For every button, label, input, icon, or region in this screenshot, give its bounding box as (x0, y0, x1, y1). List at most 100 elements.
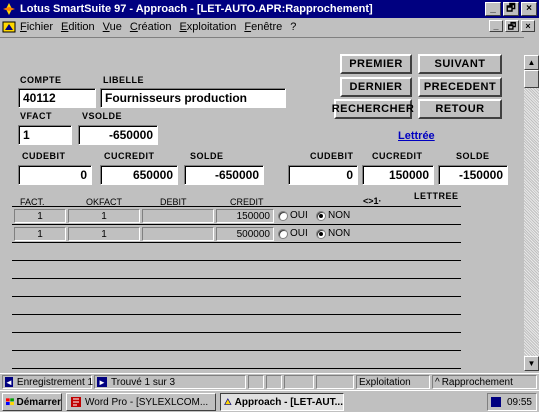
radio-non-indicator (316, 228, 326, 239)
menu-fenetre[interactable]: Fenêtre (244, 21, 282, 33)
status-found[interactable]: ► Trouvé 1 sur 3 (94, 375, 246, 389)
scroll-up-icon[interactable]: ▲ (524, 55, 539, 70)
task-word-pro[interactable]: Word Pro - [SYLEXLCOM... (66, 393, 216, 411)
rechercher-button[interactable]: RECHERCHER (332, 99, 414, 119)
windows-logo-icon (6, 398, 14, 406)
menu-edition[interactable]: Edition (61, 21, 95, 33)
minimize-button[interactable]: _ (485, 2, 501, 16)
status-record[interactable]: ◄ Enregistrement 1 (2, 375, 94, 389)
menu-help[interactable]: ? (290, 21, 296, 33)
dernier-button[interactable]: DERNIER (340, 77, 412, 97)
word-pro-icon (71, 397, 81, 407)
table-row (12, 368, 461, 371)
vsolde-field[interactable]: -650000 (78, 125, 158, 145)
table-row[interactable]: 1 1 500000 OUI NON (12, 224, 461, 242)
radio-non[interactable]: NON (316, 228, 350, 239)
radio-non[interactable]: NON (316, 210, 350, 221)
scroll-down-icon[interactable]: ▼ (524, 356, 539, 371)
menu-bar: Fichier Edition Vue Création Exploitatio… (0, 18, 539, 36)
right-solde-field[interactable]: -150000 (438, 165, 508, 185)
radio-oui[interactable]: OUI (278, 228, 308, 239)
radio-oui-indicator (278, 210, 288, 221)
table-row[interactable] (12, 296, 461, 314)
menu-exploitation[interactable]: Exploitation (179, 21, 236, 33)
scroll-thumb[interactable] (524, 70, 539, 88)
status-view-text: Rapprochement (441, 376, 513, 388)
approach-icon (224, 398, 232, 405)
radio-non-label: NON (328, 228, 351, 239)
premier-button[interactable]: PREMIER (340, 54, 412, 74)
left-solde-label: SOLDE (190, 151, 224, 161)
okfact-cell[interactable]: 1 (68, 209, 140, 223)
lettree-link[interactable]: Lettrée (398, 130, 435, 142)
title-bar[interactable]: Lotus SmartSuite 97 - Approach - [LET-AU… (0, 0, 539, 18)
credit-cell[interactable]: 500000 (216, 227, 274, 241)
clock[interactable]: 09:55 (507, 397, 532, 408)
record-next-icon[interactable]: ► (97, 377, 107, 387)
left-cucredit-field[interactable]: 650000 (100, 165, 178, 185)
radio-oui-label: OUI (290, 210, 308, 221)
table-row[interactable] (12, 350, 461, 368)
status-empty-1 (248, 375, 264, 389)
okfact-cell[interactable]: 1 (68, 227, 140, 241)
table-row[interactable] (12, 242, 461, 260)
precedent-button[interactable]: PRECEDENT (418, 77, 502, 97)
radio-oui-label: OUI (290, 228, 308, 239)
table-row[interactable] (12, 314, 461, 332)
status-view[interactable]: ^ Rapprochement (432, 375, 537, 389)
right-cudebit-label: CUDEBIT (310, 151, 354, 161)
menu-fichier[interactable]: Fichier (20, 21, 53, 33)
vfact-field[interactable]: 1 (18, 125, 72, 145)
status-mode[interactable]: Exploitation (356, 375, 430, 389)
right-solde-label: SOLDE (456, 151, 490, 161)
table-row[interactable]: 1 1 150000 OUI NON (12, 206, 461, 224)
retour-button[interactable]: RETOUR (418, 99, 502, 119)
window-title: Lotus SmartSuite 97 - Approach - [LET-AU… (20, 3, 373, 15)
compte-field[interactable]: 40112 (18, 88, 96, 108)
debit-cell[interactable] (142, 227, 214, 241)
right-cucredit-label: CUCREDIT (372, 151, 423, 161)
fact-cell[interactable]: 1 (14, 209, 66, 223)
task-word-pro-label: Word Pro - [SYLEXLCOM... (85, 396, 209, 408)
table-row[interactable] (12, 260, 461, 278)
right-cudebit-field[interactable]: 0 (288, 165, 358, 185)
vfact-label: VFACT (20, 111, 53, 121)
task-approach[interactable]: Approach - [LET-AUT... (220, 393, 344, 411)
fact-cell[interactable]: 1 (14, 227, 66, 241)
left-cudebit-field[interactable]: 0 (18, 165, 92, 185)
lotus-app-icon (3, 3, 15, 15)
document-icon[interactable] (2, 20, 16, 34)
col-header-lettree: LETTREE (414, 191, 459, 201)
suivant-button[interactable]: SUIVANT (418, 54, 502, 74)
vertical-scrollbar[interactable]: ▲ ▼ (524, 55, 539, 371)
status-empty-2 (266, 375, 282, 389)
table-row[interactable] (12, 278, 461, 296)
tray-icon[interactable] (490, 397, 501, 407)
right-cucredit-field[interactable]: 150000 (362, 165, 434, 185)
doc-restore-button[interactable]: 🗗 (505, 20, 519, 32)
credit-cell[interactable]: 150000 (216, 209, 274, 223)
close-button[interactable]: × (521, 2, 537, 16)
libelle-field[interactable]: Fournisseurs production (100, 88, 286, 108)
debit-cell[interactable] (142, 209, 214, 223)
table-row[interactable] (12, 332, 461, 350)
doc-close-button[interactable]: × (521, 20, 535, 32)
compte-label: COMPTE (20, 75, 62, 85)
radio-oui-indicator (278, 228, 288, 239)
status-empty-4 (316, 375, 354, 389)
status-record-text: Enregistrement 1 (16, 376, 94, 388)
menu-vue[interactable]: Vue (103, 21, 122, 33)
record-nav-icon[interactable]: ◄ (5, 377, 13, 387)
document-window-controls: _ 🗗 × (489, 20, 537, 32)
left-cudebit-label: CUDEBIT (22, 151, 66, 161)
left-solde-field[interactable]: -650000 (184, 165, 264, 185)
radio-non-indicator (316, 210, 326, 221)
status-empty-3 (284, 375, 314, 389)
start-button[interactable]: Démarrer (2, 393, 62, 411)
task-approach-label: Approach - [LET-AUT... (234, 396, 343, 408)
radio-oui[interactable]: OUI (278, 210, 308, 221)
restore-button[interactable]: 🗗 (503, 2, 519, 16)
doc-minimize-button[interactable]: _ (489, 20, 503, 32)
menu-creation[interactable]: Création (130, 21, 172, 33)
left-cucredit-label: CUCREDIT (104, 151, 155, 161)
